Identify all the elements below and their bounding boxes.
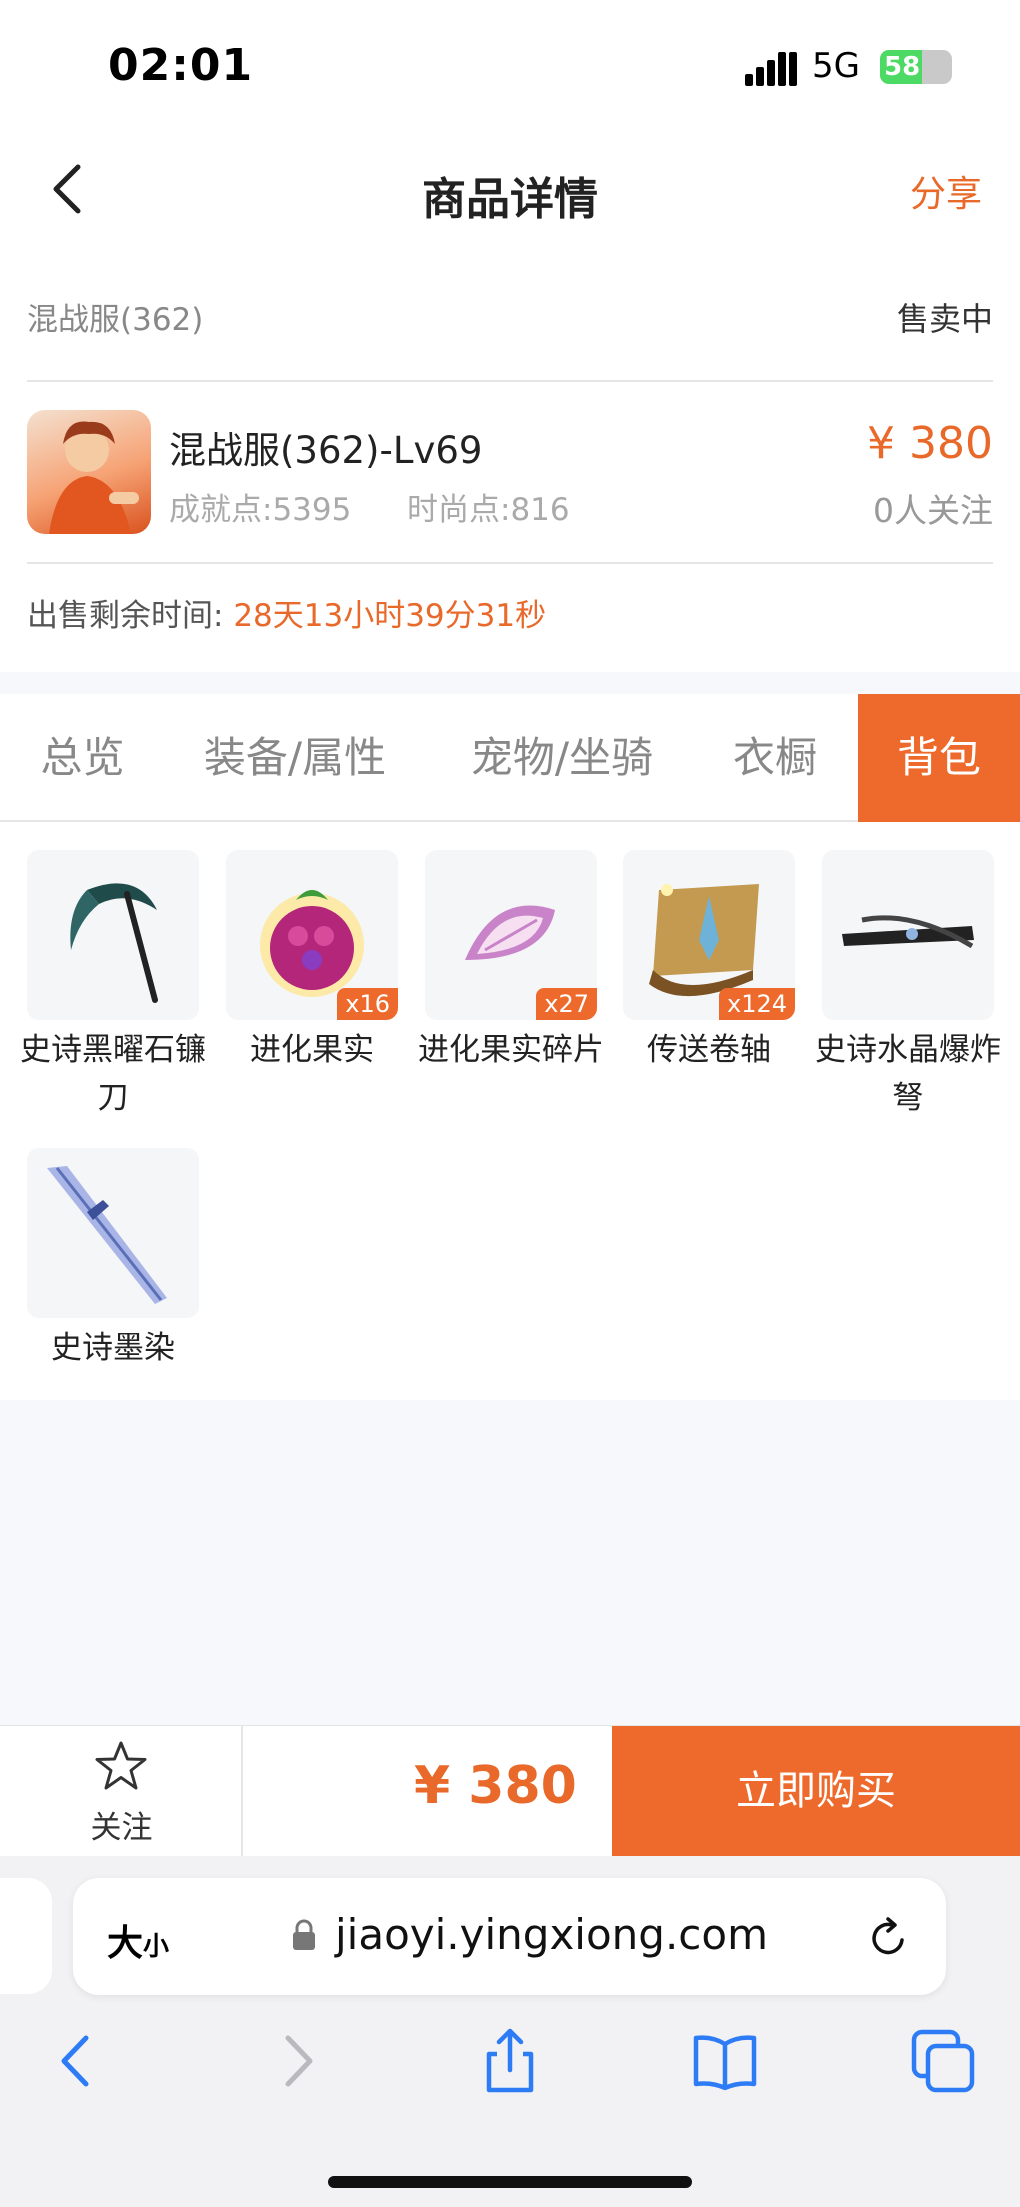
- buy-now-button[interactable]: 立即购买: [612, 1726, 1020, 1856]
- product-name: 混战服(362)-Lv69: [169, 429, 483, 472]
- item-label: 史诗水晶爆炸弩: [815, 1032, 1001, 1116]
- product-summary: 混战服(362)-Lv69 成就点:5395 时尚点:816 ¥ 380 0人关…: [27, 384, 993, 564]
- achievement-points: 成就点:5395: [169, 492, 352, 528]
- share-button[interactable]: 分享: [910, 165, 982, 217]
- item-label: 史诗黑曜石镰刀: [20, 1032, 206, 1116]
- page-title: 商品详情: [422, 174, 598, 225]
- fruit-icon: x16: [226, 850, 398, 1020]
- reload-icon[interactable]: [866, 1916, 910, 1960]
- fashion-points: 时尚点:816: [407, 492, 570, 528]
- character-portrait-icon: [49, 421, 139, 534]
- follower-count: 0人关注: [873, 491, 993, 530]
- text-size-small: 小: [143, 1932, 170, 1962]
- tab-backpack[interactable]: 背包: [858, 694, 1020, 822]
- follow-button[interactable]: 关注: [0, 1726, 243, 1856]
- item-label: 进化果实碎片: [418, 1032, 604, 1068]
- star-icon: [95, 1741, 147, 1790]
- scythe-icon: [27, 850, 199, 1020]
- share-icon[interactable]: [475, 2026, 545, 2096]
- url-text: jiaoyi.yingxiong.com: [335, 1910, 769, 1959]
- tabs-icon[interactable]: [908, 2026, 978, 2096]
- fruit-shard-icon: x27: [425, 850, 597, 1020]
- sword-icon: [27, 1148, 199, 1318]
- sale-time-label: 出售剩余时间:: [27, 598, 224, 634]
- purchase-bar: 关注 ¥ 380 立即购买: [0, 1725, 1020, 1856]
- follow-label: 关注: [90, 1810, 153, 1846]
- bookmarks-icon[interactable]: [690, 2026, 760, 2096]
- item-quantity: x16: [337, 988, 398, 1020]
- avatar: [27, 410, 151, 534]
- item-label: 进化果实: [250, 1032, 374, 1068]
- item-label: 传送卷轴: [647, 1032, 771, 1068]
- tab-equipment[interactable]: 装备/属性: [185, 694, 405, 822]
- text-size-large: 大: [107, 1923, 144, 1964]
- tab-wardrobe[interactable]: 衣橱: [715, 694, 835, 822]
- crossbow-icon: [822, 850, 994, 1020]
- content-background: [0, 1400, 1020, 1725]
- scroll-icon: x124: [623, 850, 795, 1020]
- tab-bar: 总览 装备/属性 宠物/坐骑 衣橱 背包: [0, 694, 1020, 822]
- previous-tab-preview[interactable]: [0, 1878, 52, 1994]
- header: 商品详情 分享: [0, 135, 1020, 245]
- sale-time-row: 出售剩余时间: 28天13小时39分31秒: [27, 590, 546, 635]
- browser-chrome: 大小 jiaoyi.yingxiong.com: [0, 1856, 1020, 2207]
- signal-icon: [745, 52, 797, 86]
- item-quantity: x27: [536, 988, 597, 1020]
- item-label: 史诗墨染: [51, 1330, 175, 1366]
- item-quantity: x124: [718, 988, 795, 1020]
- status-time: 02:01: [108, 40, 254, 91]
- network-label: 5G: [812, 46, 860, 86]
- address-bar[interactable]: 大小 jiaoyi.yingxiong.com: [73, 1878, 946, 1995]
- status-bar: 02:01 5G 58: [0, 0, 1020, 135]
- battery-icon: 58: [880, 50, 952, 84]
- tab-overview[interactable]: 总览: [0, 694, 165, 822]
- section-divider: [0, 672, 1020, 694]
- home-indicator: [328, 2176, 692, 2188]
- text-size-button[interactable]: 大小: [107, 1914, 169, 1966]
- server-row: 混战服(362) 售卖中: [27, 286, 993, 382]
- battery-percent: 58: [884, 52, 921, 82]
- sale-time-remaining: 28天13小时39分31秒: [233, 598, 547, 634]
- tab-pets[interactable]: 宠物/坐骑: [452, 694, 672, 822]
- sale-status: 售卖中: [896, 300, 993, 338]
- server-name: 混战服(362): [27, 302, 204, 338]
- lock-icon: [293, 1919, 315, 1950]
- product-price: ¥ 380: [867, 418, 993, 469]
- bottom-price: ¥ 380: [414, 1756, 577, 1816]
- forward-nav-icon[interactable]: [262, 2026, 332, 2096]
- back-nav-icon[interactable]: [42, 2026, 112, 2096]
